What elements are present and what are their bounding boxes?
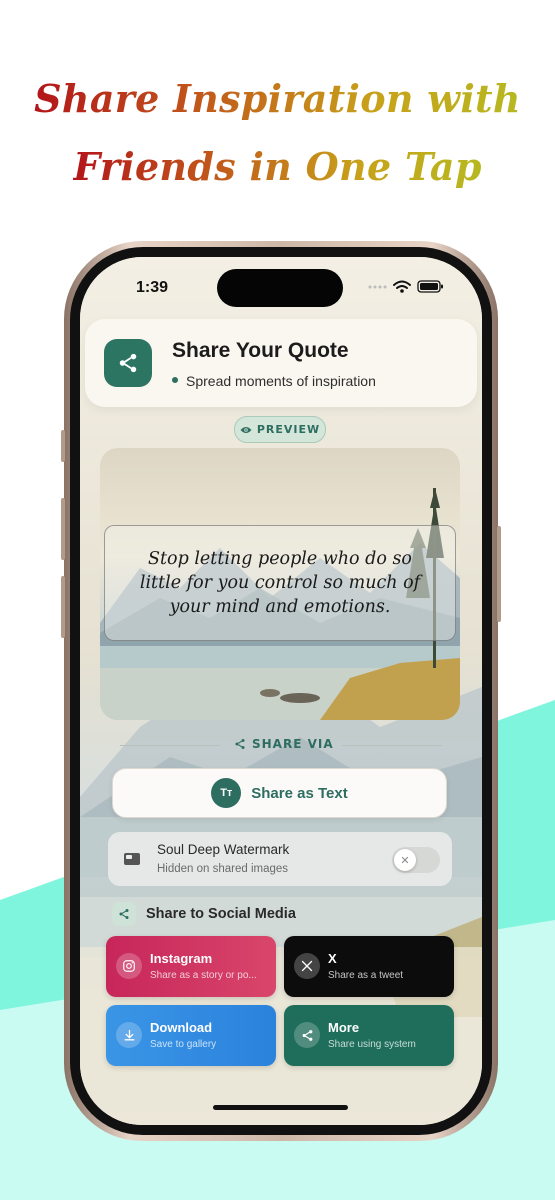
download-button[interactable]: Download Save to gallery (106, 1005, 276, 1066)
quote-text: Stop letting people who do so little for… (104, 525, 456, 641)
volume-up-button (61, 498, 65, 560)
headline-line-2: Friends in One Tap (73, 144, 482, 189)
dynamic-island (217, 269, 343, 307)
signal-icon (368, 285, 387, 289)
watermark-row: Soul Deep Watermark Hidden on shared ima… (108, 832, 452, 886)
preview-badge: PREVIEW (234, 416, 326, 443)
share-via-label: SHARE VIA (234, 737, 334, 751)
page-title: Share Your Quote (172, 339, 349, 362)
x-share-button[interactable]: X Share as a tweet (284, 936, 454, 997)
instagram-icon (116, 953, 142, 979)
share-as-text-button[interactable]: Tт Share as Text (112, 768, 447, 818)
watermark-subtitle: Hidden on shared images (157, 863, 289, 875)
share-small-icon (112, 902, 136, 926)
divider-line-left (120, 745, 220, 746)
tile-title: Instagram (150, 951, 213, 966)
tile-title: X (328, 951, 337, 966)
instagram-share-button[interactable]: Instagram Share as a story or po... (106, 936, 276, 997)
header-card: Share Your Quote Spread moments of inspi… (85, 319, 477, 407)
wifi-icon (393, 280, 411, 289)
text-format-icon: Tт (211, 778, 242, 808)
share-icon (104, 339, 152, 387)
action-button (61, 430, 65, 462)
social-media-label: Share to Social Media (146, 906, 296, 922)
share-via-divider: SHARE VIA (80, 737, 482, 753)
quote-preview-card[interactable]: Stop letting people who do so little for… (100, 448, 460, 720)
tile-subtitle: Save to gallery (150, 1039, 217, 1050)
status-icons (368, 280, 443, 293)
social-media-header: Share to Social Media (112, 902, 296, 926)
status-bar: 1:39 (80, 257, 482, 317)
headline-line-1: Share Inspiration with (34, 76, 521, 121)
watermark-title: Soul Deep Watermark (157, 842, 290, 857)
share-as-text-label: Share as Text (251, 784, 348, 802)
x-logo-icon (294, 953, 320, 979)
page-subtitle: Spread moments of inspiration (172, 373, 376, 389)
tile-title: More (328, 1020, 360, 1035)
status-time: 1:39 (136, 279, 169, 296)
tile-subtitle: Share as a tweet (328, 970, 404, 981)
watermark-toggle[interactable]: ✕ (392, 847, 440, 873)
tile-title: Download (150, 1020, 213, 1035)
home-indicator[interactable] (213, 1105, 348, 1110)
share-icon (294, 1022, 320, 1048)
picture-in-picture-icon (124, 853, 140, 865)
eye-icon (240, 426, 252, 433)
tile-subtitle: Share as a story or po... (150, 970, 257, 981)
battery-icon (417, 280, 443, 293)
power-button (497, 526, 501, 622)
tile-subtitle: Share using system (328, 1039, 416, 1050)
download-icon (116, 1022, 142, 1048)
phone-screen: 1:39 Share Your Quote Spread moments of … (80, 257, 482, 1125)
more-share-button[interactable]: More Share using system (284, 1005, 454, 1066)
divider-line-right (342, 745, 442, 746)
share-small-icon (235, 739, 245, 749)
toggle-knob-close-icon: ✕ (394, 849, 416, 871)
volume-down-button (61, 576, 65, 638)
